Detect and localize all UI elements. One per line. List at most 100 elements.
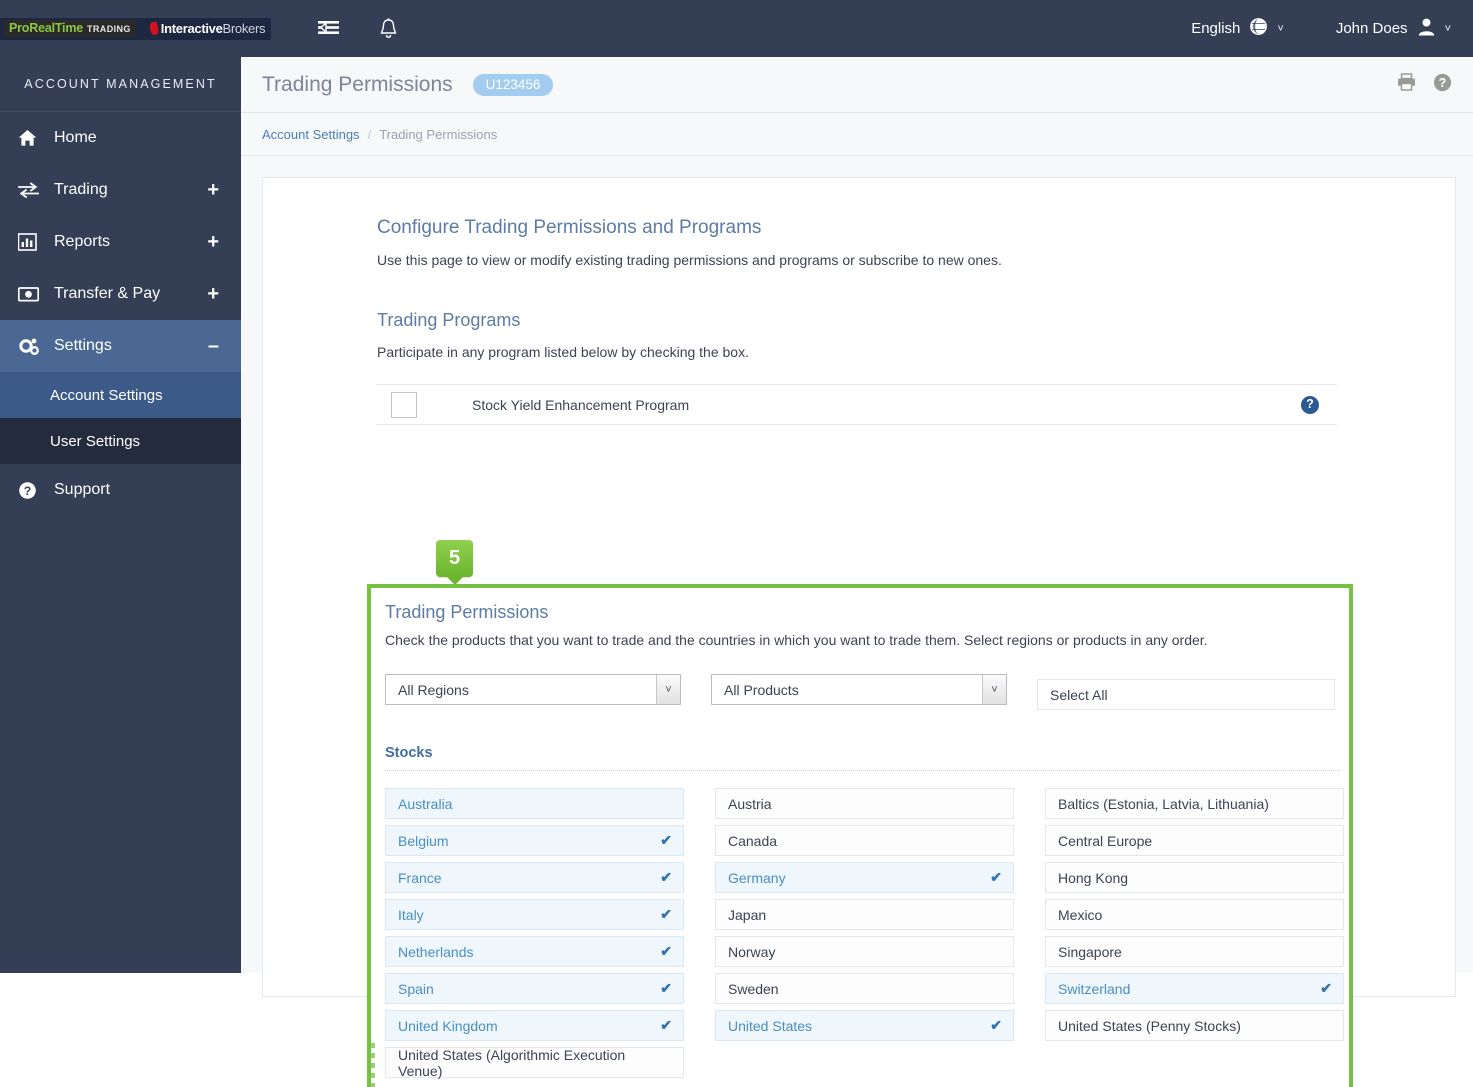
country-label: Sweden <box>728 980 779 997</box>
list-item[interactable]: Italy ✔ <box>385 899 684 930</box>
user-avatar-icon <box>1417 17 1436 40</box>
products-select-value: All Products <box>724 681 799 698</box>
list-item[interactable]: Belgium ✔ <box>385 825 684 856</box>
money-icon <box>18 286 48 302</box>
collapse-toggle[interactable]: – <box>208 336 219 356</box>
exchange-icon <box>18 182 48 198</box>
printer-icon[interactable] <box>1397 73 1416 96</box>
list-item[interactable]: France ✔ <box>385 862 684 893</box>
sidebar-item-label: Settings <box>54 337 112 354</box>
question-circle-icon: ? <box>18 481 48 500</box>
list-item[interactable]: Baltics (Estonia, Latvia, Lithuania) <box>1045 788 1344 819</box>
stocks-section-label: Stocks <box>385 745 433 761</box>
menu-collapse-icon[interactable] <box>318 20 340 37</box>
list-item[interactable]: Hong Kong <box>1045 862 1344 893</box>
regions-select-value: All Regions <box>398 681 469 698</box>
list-item[interactable]: Central Europe <box>1045 825 1344 856</box>
globe-icon <box>1249 17 1268 40</box>
list-item[interactable]: Norway <box>715 936 1014 967</box>
list-item[interactable]: Sweden <box>715 973 1014 1004</box>
country-label: Belgium <box>398 832 449 849</box>
country-column-1: Australia Belgium ✔ France ✔ Italy ✔ Net… <box>385 788 684 1084</box>
configure-title: Configure Trading Permissions and Progra… <box>377 217 762 238</box>
language-selector[interactable]: English ˅ <box>1191 17 1284 40</box>
country-label: United States <box>728 1017 813 1034</box>
sidebar-item-label: Support <box>54 481 111 498</box>
list-item[interactable]: United States (Penny Stocks) <box>1045 1010 1344 1041</box>
sidebar-item-reports[interactable]: Reports + <box>0 216 241 268</box>
sidebar-item-settings[interactable]: Settings – <box>0 320 241 372</box>
list-item[interactable]: Japan <box>715 899 1014 930</box>
list-item[interactable]: United States (Algorithmic Execution Ven… <box>385 1047 684 1079</box>
country-label: Spain <box>398 980 434 997</box>
sidebar-item-support[interactable]: ? Support <box>0 464 241 516</box>
list-item[interactable]: Switzerland ✔ <box>1045 973 1344 1004</box>
country-label: Australia <box>398 795 453 812</box>
check-icon: ✔ <box>660 943 672 959</box>
sidebar-item-trading[interactable]: Trading + <box>0 164 241 216</box>
check-icon: ✔ <box>1320 980 1332 996</box>
list-item[interactable]: Netherlands ✔ <box>385 936 684 967</box>
trading-programs-title: Trading Programs <box>377 310 521 330</box>
sidebar-item-label: Home <box>54 129 97 146</box>
user-name-label: John Does <box>1335 20 1408 37</box>
check-icon: ✔ <box>990 869 1002 885</box>
stock-yield-enhancement-checkbox[interactable] <box>391 391 417 418</box>
prorealtime-logo-sub: TRADING <box>87 24 131 34</box>
country-grid: Australia Belgium ✔ France ✔ Italy ✔ Net… <box>385 788 1344 1084</box>
list-item[interactable]: Singapore <box>1045 936 1344 967</box>
trading-permissions-highlight: 5 Trading Permissions Check the products… <box>367 540 1353 1087</box>
list-item[interactable]: Mexico <box>1045 899 1344 930</box>
expand-toggle[interactable]: + <box>207 232 219 252</box>
country-label: United States (Penny Stocks) <box>1058 1017 1241 1034</box>
sidebar-title: ACCOUNT MANAGEMENT <box>0 57 241 112</box>
country-label: Germany <box>728 869 786 886</box>
program-help-icon[interactable]: ? <box>1301 395 1319 414</box>
list-item[interactable]: Austria <box>715 788 1014 819</box>
ib-logo-light: Brokers <box>222 21 266 36</box>
list-item[interactable]: Australia <box>385 788 684 819</box>
gears-icon <box>18 337 48 356</box>
country-column-2: Austria Canada Germany ✔ Japan Norway Sw… <box>715 788 1014 1084</box>
country-label: Mexico <box>1058 906 1103 923</box>
chevron-down-icon: ˅ <box>1444 22 1451 35</box>
list-item[interactable]: United Kingdom ✔ <box>385 1010 684 1041</box>
expand-toggle[interactable]: + <box>207 284 219 304</box>
page-header: Trading Permissions U123456 ? <box>241 57 1473 113</box>
country-label: Switzerland <box>1058 980 1131 997</box>
select-all-button[interactable]: Select All <box>1037 679 1335 710</box>
sidebar-item-transfer-pay[interactable]: Transfer & Pay + <box>0 268 241 320</box>
check-icon: ✔ <box>660 869 672 885</box>
list-item[interactable]: Germany ✔ <box>715 862 1014 893</box>
check-icon: ✔ <box>990 1017 1002 1033</box>
list-item[interactable]: United States ✔ <box>715 1010 1014 1041</box>
prorealtime-logo: ProRealTime TRADING <box>4 20 136 37</box>
breadcrumb-link-account-settings[interactable]: Account Settings <box>262 127 360 142</box>
content-card: Configure Trading Permissions and Progra… <box>262 177 1456 1087</box>
program-label: Stock Yield Enhancement Program <box>472 396 690 413</box>
trading-permissions-description: Check the products that you want to trad… <box>385 632 1208 648</box>
expand-toggle[interactable]: + <box>207 180 219 200</box>
main-content: Trading Permissions U123456 ? Account Se… <box>241 57 1473 1087</box>
step-number-badge: 5 <box>436 540 473 577</box>
breadcrumb-separator: / <box>367 126 372 142</box>
sidebar-item-user-settings[interactable]: User Settings <box>0 418 241 464</box>
help-circle-icon[interactable]: ? <box>1433 73 1452 97</box>
sidebar-subitem-label: Account Settings <box>50 386 163 404</box>
list-item[interactable]: Canada <box>715 825 1014 856</box>
prorealtime-logo-main: ProRealTime <box>9 21 83 35</box>
user-menu[interactable]: John Does ˅ <box>1336 17 1451 40</box>
country-label: Japan <box>728 906 767 923</box>
chevron-down-icon: ˅ <box>982 675 1006 704</box>
section-divider <box>385 770 1340 771</box>
chevron-down-icon: ˅ <box>656 675 680 704</box>
notifications-bell-icon[interactable] <box>379 18 398 39</box>
chevron-down-icon: ˅ <box>1277 22 1284 35</box>
regions-select[interactable]: All Regions ˅ <box>385 674 681 705</box>
sidebar-item-home[interactable]: Home <box>0 112 241 164</box>
top-bar: ProRealTime TRADING Interactive Brokers … <box>0 0 1473 57</box>
products-select[interactable]: All Products ˅ <box>711 674 1007 705</box>
sidebar-item-account-settings[interactable]: Account Settings <box>0 372 241 418</box>
list-item[interactable]: Spain ✔ <box>385 973 684 1004</box>
table-row: Stock Yield Enhancement Program ? <box>377 384 1337 425</box>
